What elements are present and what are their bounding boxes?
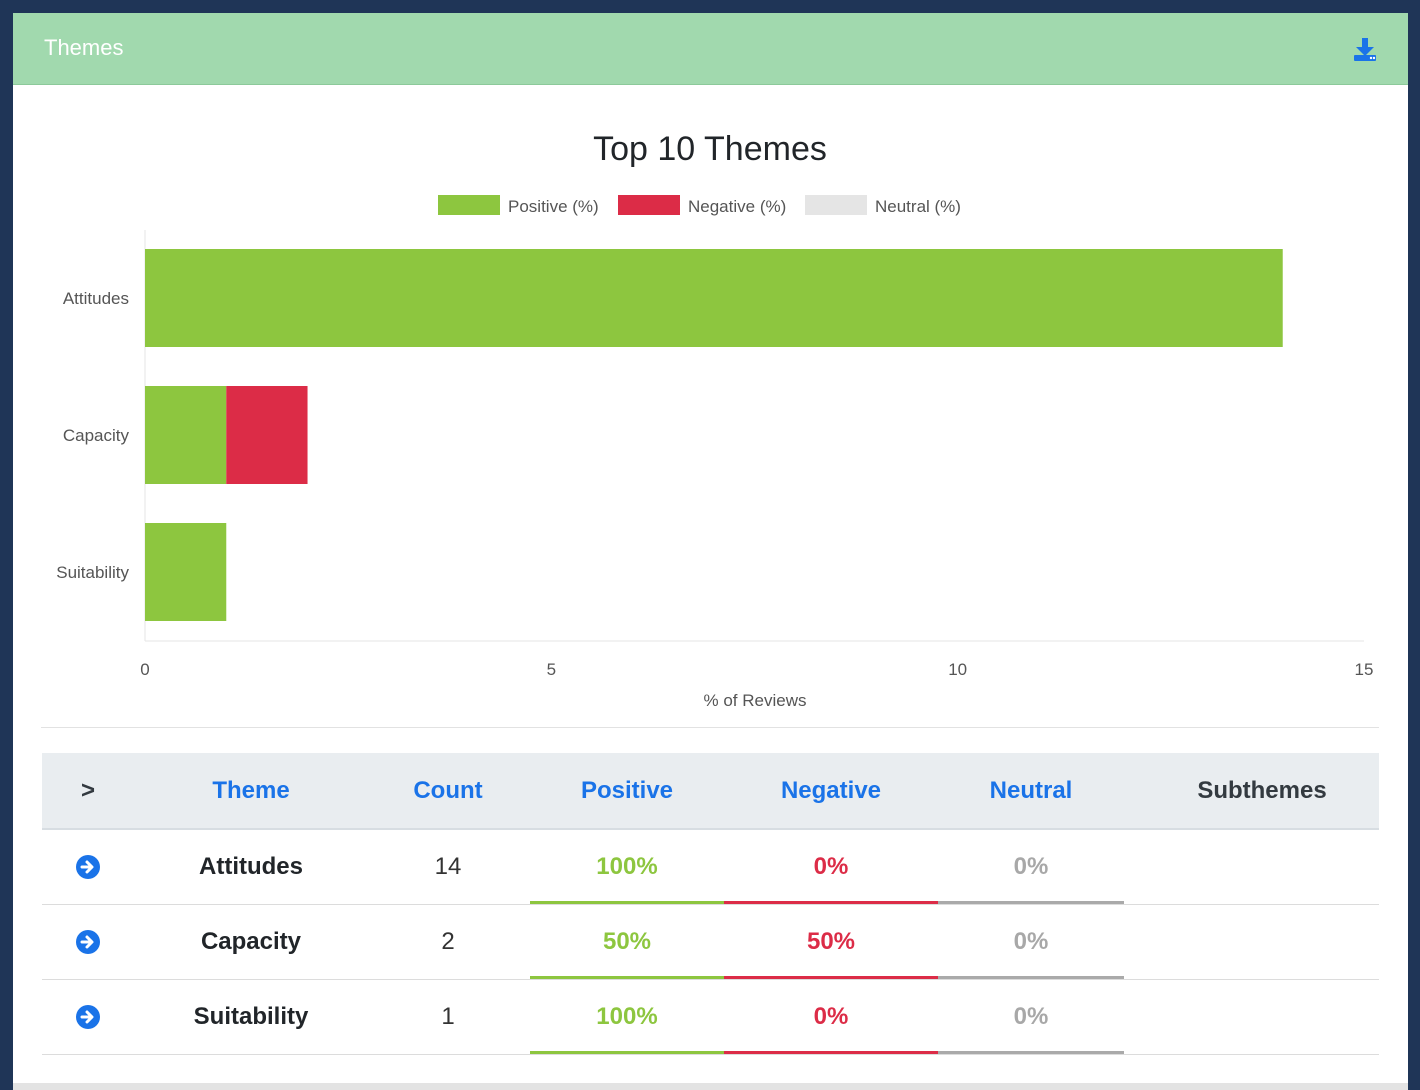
table-row: Attitudes 14 100% 0% 0% (42, 830, 1379, 905)
divider (41, 727, 1379, 728)
theme-column-header[interactable]: Theme (152, 753, 350, 828)
neutral-underline (938, 901, 1124, 904)
negative-cell: 0% (813, 853, 849, 880)
bar-segment (226, 386, 308, 484)
negative-underline (724, 1051, 938, 1054)
table-row: Capacity 2 50% 50% 0% (42, 905, 1379, 980)
positive-cell: 100% (596, 1003, 658, 1030)
themes-chart: Top 10 Themes Positive (%) Negative (%) Neu… (56, 130, 1374, 710)
chart-title: Top 10 Themes (593, 130, 827, 168)
x-tick-label: 5 (547, 660, 556, 679)
y-tick-label: Attitudes (63, 289, 129, 308)
legend-swatch (438, 195, 500, 215)
arrow-right-circle-icon[interactable] (76, 1005, 100, 1029)
legend-swatch (618, 195, 680, 215)
subthemes-cell (1152, 830, 1372, 904)
bar-segment (145, 523, 227, 621)
legend-label: Positive (%) (508, 197, 599, 216)
download-icon-graphic (1354, 38, 1376, 61)
x-axis-label: % of Reviews (704, 691, 807, 710)
neutral-underline (938, 976, 1124, 979)
subthemes-cell (1152, 905, 1372, 979)
bottom-border (13, 1083, 1408, 1090)
x-tick-label: 0 (140, 660, 149, 679)
positive-cell: 100% (596, 853, 658, 880)
y-tick-label: Suitability (56, 563, 129, 582)
count-cell: 1 (441, 1003, 455, 1030)
neutral-cell: 0% (1013, 853, 1049, 880)
bar-segment (145, 249, 1283, 347)
arrow-right-glyph (80, 1010, 94, 1024)
negative-cell: 50% (806, 928, 856, 955)
bar-segment (145, 386, 227, 484)
themes-table: > Theme Count Positive Negative Neutral … (42, 753, 1379, 1055)
neutral-column-header[interactable]: Neutral (938, 753, 1124, 828)
arrow-right-circle-icon[interactable] (76, 855, 100, 879)
negative-underline (724, 976, 938, 979)
y-tick-label: Capacity (63, 426, 130, 445)
positive-column-header[interactable]: Positive (530, 753, 724, 828)
expand-column-header: > (80, 777, 95, 804)
positive-underline (530, 976, 724, 979)
theme-cell: Suitability (193, 1003, 309, 1030)
subthemes-cell (1152, 980, 1372, 1054)
positive-underline (530, 1051, 724, 1054)
download-icon[interactable] (1351, 35, 1379, 63)
negative-cell: 0% (813, 1003, 849, 1030)
count-cell: 2 (441, 928, 455, 955)
table-header: > Theme Count Positive Negative Neutral … (42, 753, 1379, 830)
neutral-underline (938, 1051, 1124, 1054)
theme-cell: Attitudes (199, 853, 303, 880)
count-cell: 14 (434, 853, 462, 880)
panel-header: Themes (13, 13, 1408, 85)
arrow-right-glyph (80, 935, 94, 949)
theme-cell: Capacity (200, 928, 302, 955)
arrow-right-circle-icon[interactable] (76, 930, 100, 954)
themes-panel: Themes Top 10 Themes Positive (%) Negative… (13, 13, 1408, 1090)
legend-label: Neutral (%) (875, 197, 961, 216)
neutral-cell: 0% (1013, 1003, 1049, 1030)
positive-cell: 50% (602, 928, 652, 955)
count-column-header[interactable]: Count (350, 753, 546, 828)
chart-area: Top 10 Themes Positive (%) Negative (%) Neu… (13, 85, 1408, 735)
table-body: Attitudes 14 100% 0% 0% Capacity 2 50% 5… (42, 830, 1379, 1055)
positive-underline (530, 901, 724, 904)
legend-label: Negative (%) (688, 197, 786, 216)
arrow-right-glyph (80, 860, 94, 874)
neutral-cell: 0% (1013, 928, 1049, 955)
negative-underline (724, 901, 938, 904)
table-row: Suitability 1 100% 0% 0% (42, 980, 1379, 1055)
negative-column-header[interactable]: Negative (724, 753, 938, 828)
x-tick-label: 15 (1355, 660, 1374, 679)
legend-swatch (805, 195, 867, 215)
subthemes-column-header: Subthemes (1197, 777, 1327, 804)
x-tick-label: 10 (948, 660, 967, 679)
panel-title: Themes (44, 35, 124, 60)
